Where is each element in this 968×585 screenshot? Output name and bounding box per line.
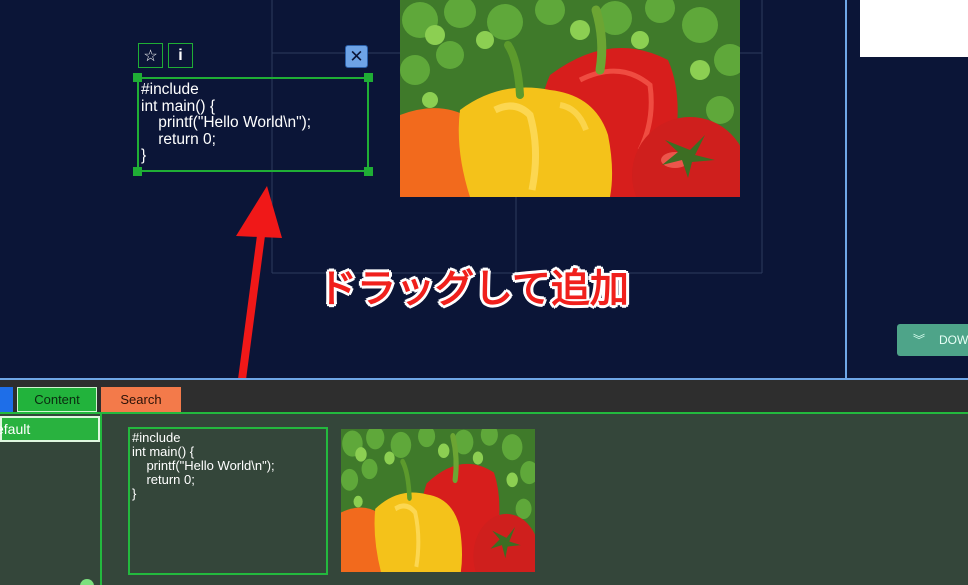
resize-handle-top-left[interactable] bbox=[133, 73, 142, 82]
resize-handle-top-right[interactable] bbox=[364, 73, 373, 82]
right-panel: ︾ DOW bbox=[845, 0, 968, 378]
content-item-image[interactable] bbox=[341, 429, 535, 572]
info-icon: i bbox=[178, 46, 183, 64]
status-dot-icon bbox=[80, 579, 94, 585]
download-label: DOW bbox=[939, 333, 968, 347]
download-button[interactable]: ︾ DOW bbox=[897, 324, 968, 356]
content-item-code[interactable]: #include int main() { printf("Hello Worl… bbox=[128, 427, 328, 575]
favorite-button[interactable]: ☆ bbox=[138, 43, 163, 68]
category-list: efault bbox=[0, 414, 102, 585]
close-button[interactable]: ✕ bbox=[345, 45, 368, 68]
canvas-area[interactable]: ☆ i ✕ #include int main() { printf("Hell… bbox=[0, 0, 845, 443]
resize-handle-bottom-left[interactable] bbox=[133, 167, 142, 176]
category-item-label: efault bbox=[0, 421, 31, 437]
info-button[interactable]: i bbox=[168, 43, 193, 68]
star-icon: ☆ bbox=[143, 47, 158, 65]
resize-handle-bottom-right[interactable] bbox=[364, 167, 373, 176]
tab-partial[interactable] bbox=[0, 387, 13, 412]
category-item-default[interactable]: efault bbox=[0, 416, 100, 442]
peppers-image[interactable] bbox=[400, 0, 740, 197]
app-root: ☆ i ✕ #include int main() { printf("Hell… bbox=[0, 0, 968, 585]
tab-label: Content bbox=[34, 392, 80, 407]
drag-hint-label: ドラッグして追加 bbox=[318, 268, 629, 311]
preview-box bbox=[860, 0, 968, 57]
bottom-dock: Content Search efault #include int main(… bbox=[0, 378, 968, 585]
code-card-selected[interactable]: #include int main() { printf("Hello Worl… bbox=[137, 77, 369, 172]
dock-content-area: efault #include int main() { printf("Hel… bbox=[0, 412, 968, 585]
close-icon: ✕ bbox=[349, 46, 364, 66]
chevron-double-down-icon: ︾ bbox=[913, 333, 926, 347]
tab-label: Search bbox=[120, 392, 162, 407]
tab-search[interactable]: Search bbox=[101, 387, 181, 412]
tab-content[interactable]: Content bbox=[17, 387, 97, 412]
